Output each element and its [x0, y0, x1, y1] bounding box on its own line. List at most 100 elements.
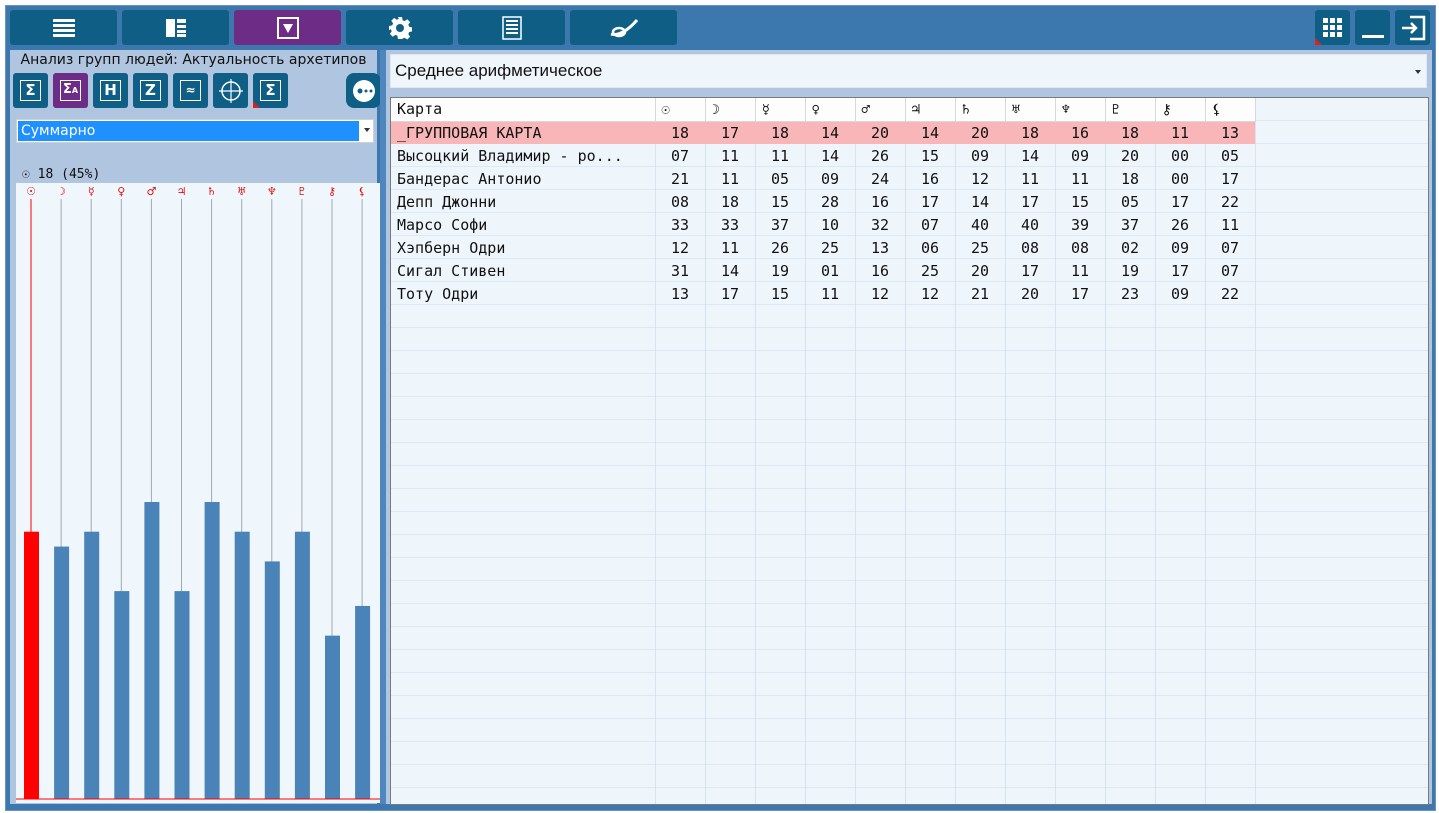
column-header-planet[interactable]: ☿: [755, 98, 806, 122]
column-header-planet[interactable]: ⚷: [1155, 98, 1206, 122]
bar[interactable]: [234, 531, 250, 799]
right-panel: Среднее арифметическое Карта ☉ ☽ ☿ ♀ ♂ ♃ ♄ ♅ ♆ ♇ ⚷ ⚸…: [386, 50, 1432, 805]
column-header-planet[interactable]: ☉: [655, 98, 706, 122]
bar[interactable]: [54, 546, 70, 799]
table-cell: 08: [1070, 238, 1090, 257]
tick-label: ♃: [177, 185, 187, 198]
table-cell: 07: [1220, 238, 1240, 257]
yin-yang-icon: [352, 79, 375, 102]
bar[interactable]: [355, 605, 371, 799]
chevron-down-icon: [364, 128, 370, 132]
selected-value-status: ☉ 18 (45%): [22, 167, 101, 182]
exit-button[interactable]: [1395, 10, 1430, 45]
bar[interactable]: [114, 591, 130, 799]
table-row[interactable]: Хэпберн Одри 12 11 26 25 13 06 25 08 08 02 09 07: [391, 236, 1255, 259]
column-header-planet[interactable]: ⚸: [1205, 98, 1256, 122]
column-header-card[interactable]: Карта: [391, 98, 656, 122]
axes-button[interactable]: [213, 73, 248, 108]
tick-label: ♇: [297, 185, 307, 198]
settings-button[interactable]: [346, 10, 453, 45]
table-cell: 11: [1070, 169, 1090, 188]
table-cell: 18: [755, 121, 805, 144]
sum-total-button[interactable]: Σ: [253, 73, 288, 108]
table-cell: 26: [1170, 215, 1190, 234]
column-header-planet[interactable]: ♄: [955, 98, 1006, 122]
table-row[interactable]: Депп Джонни 08 18 15 28 16 17 14 17 15 05 17 22: [391, 190, 1255, 213]
logo-icon: [610, 18, 638, 37]
table-cell: 11: [1155, 121, 1205, 144]
table-cell: 00: [1170, 169, 1190, 188]
bar[interactable]: [294, 531, 310, 799]
exit-icon: [1401, 15, 1425, 40]
triangle-down-icon: [276, 16, 299, 39]
table-cell: 25: [820, 238, 840, 257]
minimize-button[interactable]: [1355, 10, 1390, 45]
bar[interactable]: [144, 502, 160, 799]
row-name: Высоцкий Владимир - ро...: [397, 146, 623, 165]
column-header-planet[interactable]: ♅: [1005, 98, 1056, 122]
bar[interactable]: [325, 635, 340, 799]
gear-icon: [388, 16, 412, 39]
bar[interactable]: [204, 502, 220, 799]
sum-average-button[interactable]: ΣA: [53, 73, 88, 108]
z-icon: Z: [140, 80, 161, 101]
table-cell: 14: [820, 146, 840, 165]
logo-button[interactable]: [570, 10, 677, 45]
chart-canvas: ☉ ☽ ☿ ♀ ♂ ♃ ♄ ♅ ♆ ♇ ⚷ ⚸: [16, 185, 380, 800]
table-cell: 18: [1005, 121, 1055, 144]
column-header-planet[interactable]: ♂: [855, 98, 906, 122]
mode-select[interactable]: Суммарно: [16, 119, 374, 143]
document-icon: [501, 15, 522, 40]
document-button[interactable]: [458, 10, 565, 45]
column-header-planet[interactable]: ♀: [805, 98, 856, 122]
aspects-button[interactable]: ≈: [173, 73, 208, 108]
sigma-a-icon: ΣA: [60, 80, 81, 101]
table-cell: 06: [920, 238, 940, 257]
layout-button[interactable]: [122, 10, 229, 45]
bar[interactable]: [264, 561, 280, 799]
table-row[interactable]: Тоту Одри 13 17 15 11 12 12 21 20 17 23 09 22: [391, 282, 1255, 305]
table-cell: 05: [1220, 146, 1240, 165]
table-cell: 07: [670, 146, 690, 165]
left-panel: Анализ групп людей: Актуальность архетип…: [10, 50, 381, 804]
row-name: Марсо Софи: [397, 215, 488, 234]
table-cell: 16: [920, 169, 940, 188]
table-cell: 07: [1220, 261, 1240, 280]
row-name: Бандерас Антонио: [397, 169, 542, 188]
tick-label: ☿: [88, 185, 95, 198]
table-row[interactable]: Марсо Софи 33 33 37 10 32 07 40 40 39 37 26 11: [391, 213, 1255, 236]
table-cell: 31: [670, 261, 690, 280]
statistic-select[interactable]: Среднее арифметическое: [390, 54, 1427, 88]
sum-button[interactable]: Σ: [13, 73, 48, 108]
tick-label: ☉: [26, 185, 36, 198]
bar[interactable]: [24, 531, 39, 799]
table-cell: 09: [970, 146, 990, 165]
column-header-planet[interactable]: ♆: [1055, 98, 1106, 122]
column-header-planet[interactable]: ♃: [905, 98, 956, 122]
zodiac-button[interactable]: Z: [133, 73, 168, 108]
column-header-planet[interactable]: ♇: [1105, 98, 1156, 122]
row-name: Депп Джонни: [397, 192, 497, 211]
table-cell: 15: [770, 284, 790, 303]
table-row[interactable]: Сигал Стивен 31 14 19 01 16 25 20 17 11 19 17 07: [391, 259, 1255, 282]
houses-button[interactable]: H: [93, 73, 128, 108]
toggle-view-button[interactable]: [346, 73, 381, 108]
table-row[interactable]: Высоцкий Владимир - ро... 07 11 11 14 26 15 09 1…: [391, 144, 1255, 167]
menu-list-button[interactable]: [10, 10, 117, 45]
table-cell: 12: [920, 284, 940, 303]
filter-button[interactable]: [234, 10, 341, 45]
table-cell: 13: [1205, 121, 1255, 144]
table-cell: 20: [955, 121, 1005, 144]
column-header-planet[interactable]: ☽: [705, 98, 756, 122]
indicator-corner: [253, 101, 260, 108]
table-cell: 40: [1020, 215, 1040, 234]
group-row[interactable]: _ГРУППОВАЯ КАРТА 18 17 18 14 20 14 20 18 16 18 11 13: [391, 121, 1255, 144]
h-icon: H: [100, 80, 121, 101]
bar[interactable]: [84, 531, 100, 799]
table-cell: 16: [870, 192, 890, 211]
tick-label: ⚷: [328, 185, 336, 198]
bar[interactable]: [174, 591, 190, 799]
table-cell: 14: [720, 261, 740, 280]
table-row[interactable]: Бандерас Антонио 21 11 05 09 24 16 12 11 11 18 00 17: [391, 167, 1255, 190]
grid-menu-button[interactable]: [1315, 10, 1350, 45]
